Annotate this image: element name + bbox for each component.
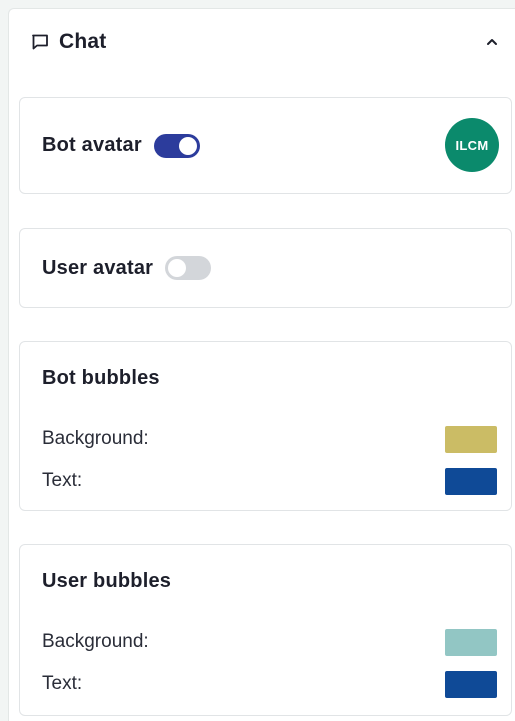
bot-bubbles-title: Bot bubbles: [42, 367, 160, 389]
toggle-knob: [178, 136, 197, 155]
chat-section-header[interactable]: Chat: [29, 27, 503, 57]
background-label: Background:: [42, 631, 149, 652]
bot-avatar-logo[interactable]: ILCM: [445, 118, 499, 172]
chat-bubble-icon: [29, 31, 51, 53]
bot-bubbles-card: Bot bubbles Background: Text:: [19, 341, 512, 511]
user-bubbles-card: User bubbles Background: Text:: [19, 544, 512, 716]
text-label: Text:: [42, 470, 83, 491]
user-avatar-label: User avatar: [42, 256, 154, 279]
logo-text: ILCM: [455, 137, 489, 153]
user-avatar-row: User avatar: [42, 229, 212, 307]
bot-bubbles-text-swatch[interactable]: [445, 467, 497, 495]
bot-avatar-card: Bot avatar ILCM: [19, 97, 512, 194]
user-avatar-card: User avatar: [19, 228, 512, 308]
chevron-up-icon[interactable]: [481, 31, 503, 53]
user-bubbles-background-row: Background:: [42, 628, 497, 656]
bot-avatar-label: Bot avatar: [42, 134, 142, 156]
bot-bubbles-background-row: Background:: [42, 425, 497, 453]
user-bubbles-title: User bubbles: [42, 570, 172, 592]
text-label: Text:: [42, 673, 83, 694]
chat-settings-panel: Chat Bot avatar ILCM User avatar Bot bub…: [8, 8, 515, 721]
user-bubbles-background-swatch[interactable]: [445, 628, 497, 656]
bot-bubbles-text-row: Text:: [42, 467, 497, 495]
bot-avatar-row: Bot avatar: [42, 98, 200, 193]
bot-avatar-toggle[interactable]: [153, 133, 200, 158]
background-label: Background:: [42, 428, 149, 449]
bot-bubbles-background-swatch[interactable]: [445, 425, 497, 453]
user-bubbles-text-row: Text:: [42, 670, 497, 698]
user-bubbles-text-swatch[interactable]: [445, 670, 497, 698]
user-avatar-toggle[interactable]: [165, 256, 212, 280]
toggle-knob: [168, 259, 187, 277]
section-title: Chat: [59, 30, 107, 53]
